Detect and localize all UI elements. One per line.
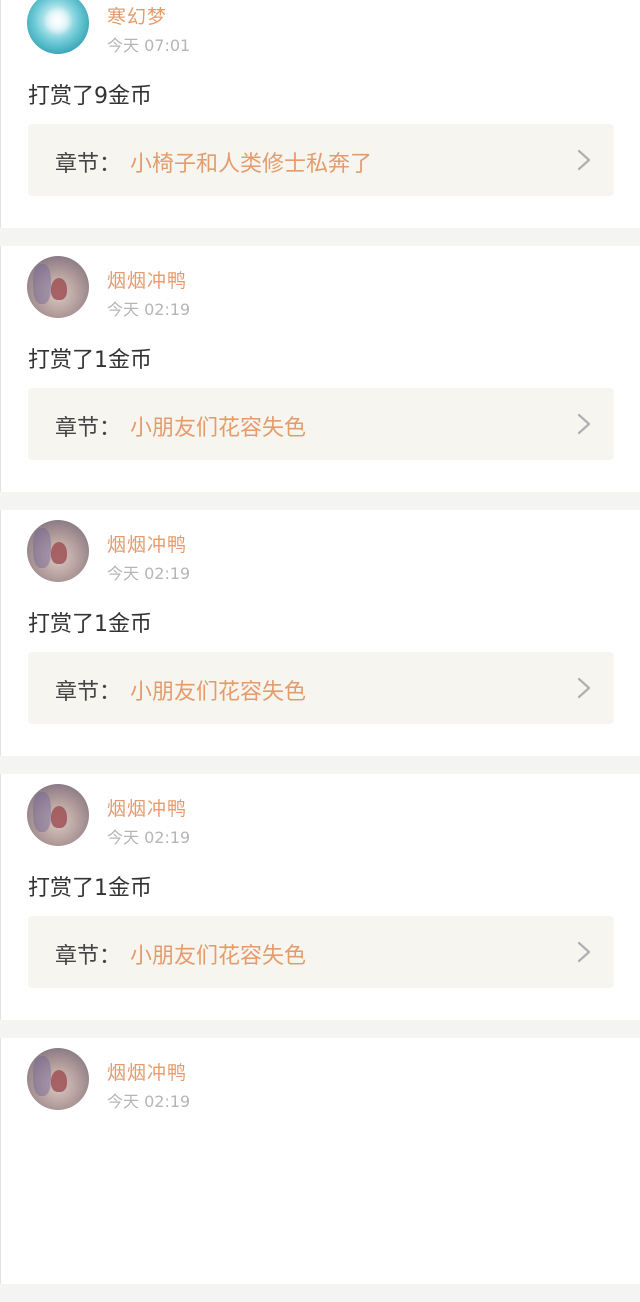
username[interactable]: 寒幻梦 <box>107 2 167 29</box>
chevron-right-icon <box>577 149 591 171</box>
username[interactable]: 烟烟冲鸭 <box>107 1058 187 1085</box>
chapter-title: 小椅子和人类修士私奔了 <box>130 152 373 177</box>
reward-card: 烟烟冲鸭 今天 02:19 打赏了1金币 章节： 小朋友们花容失色 <box>0 246 640 492</box>
chevron-right-icon <box>577 941 591 963</box>
user-avatar[interactable] <box>27 0 89 54</box>
timestamp: 今天 02:19 <box>107 828 191 847</box>
reward-text: 打赏了1金币 <box>28 876 152 901</box>
user-avatar[interactable] <box>27 520 89 582</box>
user-avatar[interactable] <box>27 1048 89 1110</box>
chapter-title: 小朋友们花容失色 <box>130 416 307 441</box>
reward-text: 打赏了1金币 <box>28 348 152 373</box>
chapter-title: 小朋友们花容失色 <box>130 680 307 705</box>
chevron-right-icon <box>577 677 591 699</box>
chapter-prefix: 章节： <box>55 680 122 705</box>
reward-text: 打赏了1金币 <box>28 612 152 637</box>
reward-card: 寒幻梦 今天 07:01 打赏了9金币 章节： 小椅子和人类修士私奔了 <box>0 0 640 228</box>
reward-card: 烟烟冲鸭 今天 02:19 打赏了1金币 章节： 小朋友们花容失色 <box>0 510 640 756</box>
chapter-link[interactable]: 章节： 小朋友们花容失色 <box>28 916 614 988</box>
reward-feed: 寒幻梦 今天 07:01 打赏了9金币 章节： 小椅子和人类修士私奔了 烟烟冲鸭… <box>0 0 640 1302</box>
chevron-right-icon <box>577 413 591 435</box>
timestamp: 今天 02:19 <box>107 564 191 583</box>
user-avatar[interactable] <box>27 256 89 318</box>
chapter-prefix: 章节： <box>55 416 122 441</box>
chapter-prefix: 章节： <box>55 152 122 177</box>
reward-text: 打赏了9金币 <box>28 84 152 109</box>
reward-card: 烟烟冲鸭 今天 02:19 <box>0 1038 640 1284</box>
username[interactable]: 烟烟冲鸭 <box>107 794 187 821</box>
timestamp: 今天 02:19 <box>107 1092 191 1111</box>
chapter-link[interactable]: 章节： 小朋友们花容失色 <box>28 652 614 724</box>
chapter-title: 小朋友们花容失色 <box>130 944 307 969</box>
timestamp: 今天 07:01 <box>107 36 191 55</box>
chapter-prefix: 章节： <box>55 944 122 969</box>
reward-card: 烟烟冲鸭 今天 02:19 打赏了1金币 章节： 小朋友们花容失色 <box>0 774 640 1020</box>
chapter-link[interactable]: 章节： 小椅子和人类修士私奔了 <box>28 124 614 196</box>
username[interactable]: 烟烟冲鸭 <box>107 266 187 293</box>
username[interactable]: 烟烟冲鸭 <box>107 530 187 557</box>
chapter-link[interactable]: 章节： 小朋友们花容失色 <box>28 388 614 460</box>
user-avatar[interactable] <box>27 784 89 846</box>
timestamp: 今天 02:19 <box>107 300 191 319</box>
